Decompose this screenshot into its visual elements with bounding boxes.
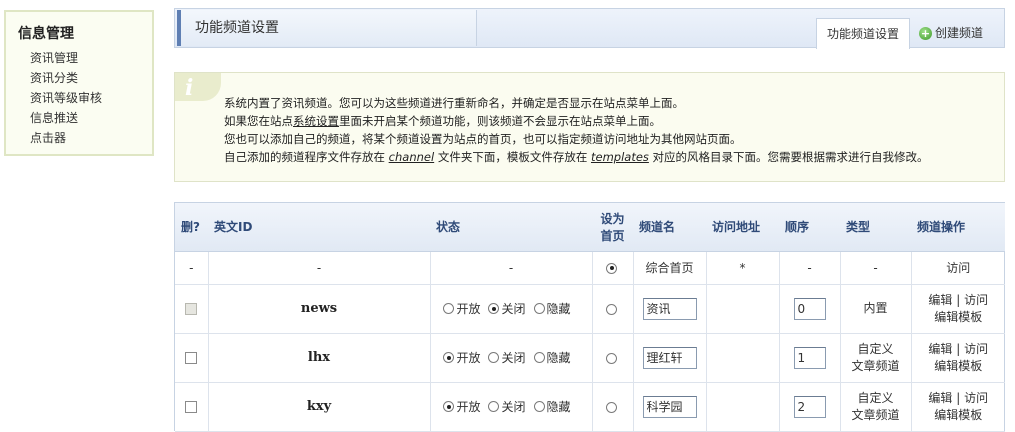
col-header-delete: 删?	[175, 203, 208, 252]
channel-table: 删? 英文ID 状态 设为 首页 频道名 访问地址 顺序 类型 频道操作 - - …	[174, 202, 1005, 432]
url-cell	[706, 382, 780, 432]
tab-channel-settings[interactable]: 功能频道设置	[816, 18, 910, 49]
status-close-radio[interactable]	[488, 303, 500, 314]
channel-name-input[interactable]: 理红轩	[642, 346, 697, 369]
status-open-radio[interactable]	[443, 303, 455, 314]
order-input[interactable]: 0	[793, 297, 826, 320]
channel-ops: 编辑 | 访问 编辑模板	[911, 382, 1005, 432]
status-hide-radio[interactable]	[533, 352, 545, 363]
col-header-name: 频道名	[633, 203, 706, 252]
home-radio[interactable]	[606, 303, 617, 315]
status-hide-radio[interactable]	[533, 303, 545, 314]
col-header-order: 顺序	[779, 203, 840, 252]
sidebar-item-level-review[interactable]: 资讯等级审核	[30, 88, 152, 108]
status-close-radio[interactable]	[488, 352, 500, 363]
info-icon: i	[175, 73, 223, 103]
status-radio-group: 开放 关闭 隐藏	[443, 398, 578, 415]
delete-checkbox[interactable]	[185, 401, 198, 413]
channel-type: 内置	[840, 284, 912, 334]
status-hide-radio[interactable]	[533, 401, 545, 412]
col-header-id: 英文ID	[208, 203, 430, 252]
visit-link[interactable]: 访问	[964, 342, 988, 356]
edit-template-link[interactable]: 编辑模板	[934, 359, 982, 373]
templates-folder-name: templates	[590, 150, 649, 164]
channel-name-input[interactable]: 资讯	[642, 297, 697, 320]
sidebar-item-news-manage[interactable]: 资讯管理	[30, 48, 152, 68]
col-header-type: 类型	[840, 203, 911, 252]
system-settings-link[interactable]: 系统设置	[293, 114, 339, 128]
table-header-row: 删? 英文ID 状态 设为 首页 频道名 访问地址 顺序 类型 频道操作	[175, 203, 1005, 252]
table-row: kxy 开放 关闭 隐藏 科学园 2 自定义 文章频道 编辑 | 访问 编辑模板	[175, 382, 1005, 432]
url-cell	[706, 284, 780, 334]
sidebar-menu: 资讯管理 资讯分类 资讯等级审核 信息推送 点击器	[30, 48, 152, 148]
sidebar-item-news-category[interactable]: 资讯分类	[30, 68, 152, 88]
channel-type: 自定义 文章频道	[840, 382, 912, 432]
channel-id: news	[208, 284, 431, 334]
col-header-status: 状态	[430, 203, 592, 252]
info-text: 系统内置了资讯频道。您可以为这些频道进行重新命名，并确定是否显示在站点菜单上面。…	[224, 94, 929, 166]
sidebar-item-push[interactable]: 信息推送	[30, 108, 152, 128]
status-close-radio[interactable]	[488, 401, 500, 412]
create-channel-button[interactable]: + 创建频道	[919, 18, 999, 48]
edit-link[interactable]: 编辑	[928, 342, 952, 356]
visit-link[interactable]: 访问	[946, 261, 970, 275]
status-radio-group: 开放 关闭 隐藏	[443, 300, 578, 317]
edit-template-link[interactable]: 编辑模板	[934, 310, 982, 324]
visit-link[interactable]: 访问	[964, 391, 988, 405]
delete-checkbox[interactable]	[185, 352, 198, 364]
home-radio[interactable]	[606, 401, 617, 413]
sidebar-title: 信息管理	[18, 26, 74, 42]
col-header-home: 设为 首页	[592, 203, 633, 252]
channel-name-input[interactable]: 科学园	[642, 395, 697, 418]
delete-checkbox	[185, 303, 198, 315]
channel-id: kxy	[208, 382, 431, 432]
page-title: 功能频道设置	[177, 10, 477, 46]
table-row: lhx 开放 关闭 隐藏 理红轩 1 自定义 文章频道 编辑 | 访问 编辑模板	[175, 333, 1005, 383]
table-row: news 开放 关闭 隐藏 资讯 0 内置 编辑 | 访问 编辑模板	[175, 284, 1005, 334]
info-line-2: 如果您在站点系统设置里面未开启某个频道功能，则该频道不会显示在站点菜单上面。	[224, 114, 661, 128]
sidebar: 信息管理 资讯管理 资讯分类 资讯等级审核 信息推送 点击器	[4, 10, 154, 156]
edit-link[interactable]: 编辑	[928, 391, 952, 405]
table-row-default: - - - 综合首页 * - - 访问	[175, 251, 1005, 285]
channel-folder-name: channel	[388, 150, 435, 164]
channel-ops: 编辑 | 访问 编辑模板	[911, 284, 1005, 334]
channel-id: lhx	[208, 333, 431, 383]
edit-link[interactable]: 编辑	[928, 293, 952, 307]
edit-template-link[interactable]: 编辑模板	[934, 408, 982, 422]
visit-link[interactable]: 访问	[964, 293, 988, 307]
plus-circle-icon: +	[919, 26, 932, 40]
sidebar-item-clicker[interactable]: 点击器	[30, 128, 152, 148]
url-cell	[706, 333, 780, 383]
info-line-3: 您也可以添加自己的频道，将某个频道设置为站点的首页，也可以指定频道访问地址为其他…	[224, 132, 742, 146]
status-radio-group: 开放 关闭 隐藏	[443, 349, 578, 366]
channel-type: 自定义 文章频道	[840, 333, 912, 383]
home-radio[interactable]	[606, 352, 617, 364]
status-open-radio[interactable]	[443, 352, 455, 363]
create-channel-label: 创建频道	[935, 26, 984, 40]
col-header-url: 访问地址	[706, 203, 779, 252]
info-box: i 系统内置了资讯频道。您可以为这些频道进行重新命名，并确定是否显示在站点菜单上…	[174, 72, 1005, 182]
channel-ops: 编辑 | 访问 编辑模板	[911, 333, 1005, 383]
info-line-1: 系统内置了资讯频道。您可以为这些频道进行重新命名，并确定是否显示在站点菜单上面。	[224, 96, 684, 110]
col-header-ops: 频道操作	[911, 203, 1005, 252]
status-open-radio[interactable]	[443, 401, 455, 412]
home-radio-default[interactable]	[606, 262, 617, 274]
order-input[interactable]: 2	[793, 395, 826, 418]
info-line-4: 自己添加的频道程序文件存放在 channel 文件夹下面，模板文件存放在 tem…	[224, 150, 929, 164]
order-input[interactable]: 1	[793, 346, 826, 369]
page-header: 功能频道设置 功能频道设置 + 创建频道	[174, 8, 1005, 49]
